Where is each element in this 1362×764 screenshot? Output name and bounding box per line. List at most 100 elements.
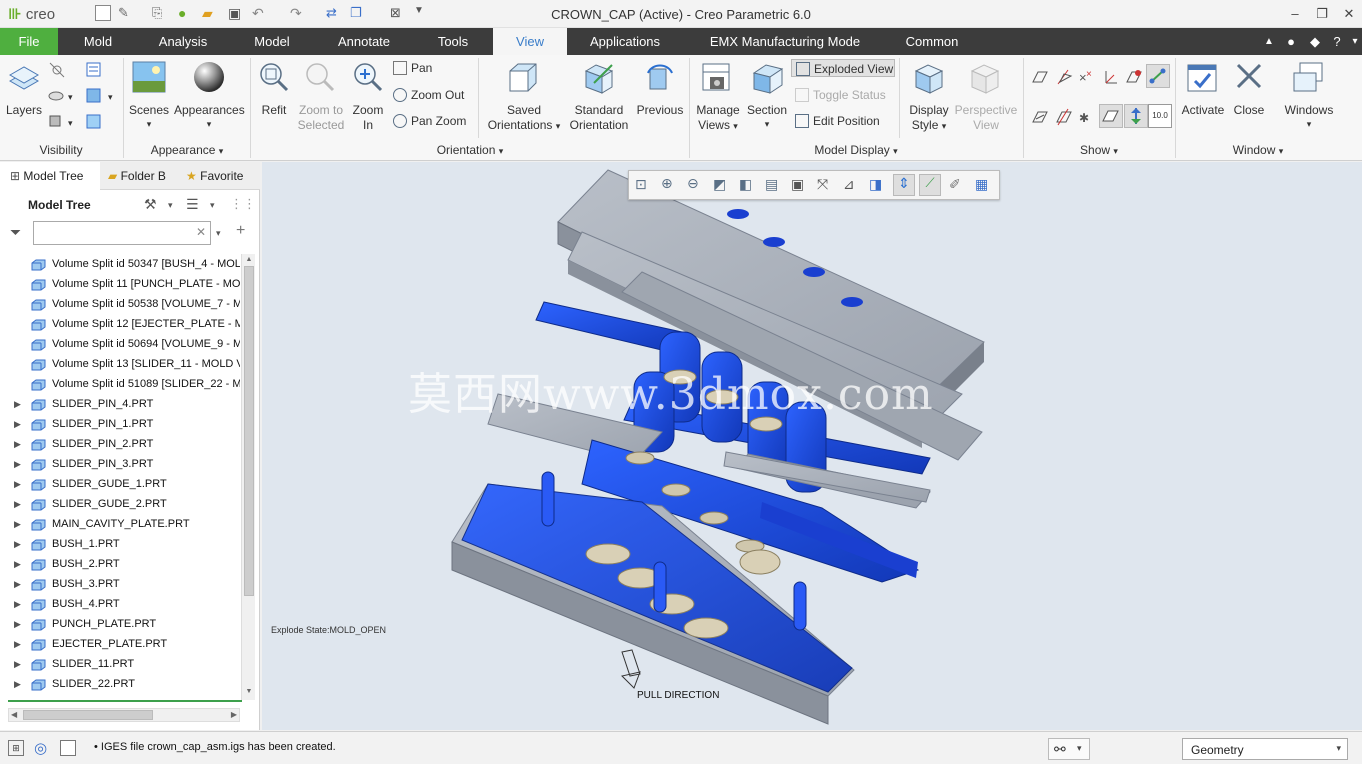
expand-arrow-icon[interactable]: ▶ (14, 514, 21, 534)
tab-favorites[interactable]: ★ Favorite (186, 162, 252, 190)
windows-icon[interactable]: ❐ (350, 5, 366, 21)
scroll-down-icon[interactable]: ▼ (244, 688, 254, 698)
search-chevron-down-icon[interactable]: ▾ (216, 228, 221, 239)
expand-arrow-icon[interactable]: ▶ (14, 414, 21, 434)
tree-item[interactable]: Volume Split id 51089 [SLIDER_22 - MOL (0, 374, 240, 394)
csys-tag-toggle[interactable] (1099, 104, 1123, 128)
repaint-icon[interactable]: ◩ (713, 176, 726, 193)
expand-arrow-icon[interactable]: ▶ (14, 594, 21, 614)
close-window-icon[interactable]: ⊠ (390, 5, 406, 21)
annotation-icon[interactable]: ✐ (949, 176, 961, 193)
user-icon[interactable]: ● (1284, 28, 1298, 55)
pencil-icon[interactable]: ✎ (118, 5, 134, 21)
section-chevron-down-icon[interactable]: ▾ (744, 117, 790, 131)
tab-analysis[interactable]: Analysis (148, 28, 218, 55)
selection-filter-select[interactable]: Geometry ▾ (1182, 738, 1348, 760)
tree-item[interactable]: ▶ BUSH_2.PRT (0, 554, 240, 574)
tab-emx-manufacturing-mode[interactable]: EMX Manufacturing Mode (700, 28, 870, 55)
axis-tag-icon[interactable] (1054, 107, 1074, 127)
zoom-in-button-line2[interactable]: In (346, 118, 390, 132)
display-style-icon[interactable] (912, 61, 946, 95)
windows-icon[interactable] (1292, 61, 1326, 95)
expand-arrow-icon[interactable]: ▶ (14, 614, 21, 634)
edit-position-button[interactable]: Edit Position (795, 112, 880, 130)
tab-file[interactable]: File (0, 28, 58, 55)
zoom-out-button[interactable]: Zoom Out (393, 86, 464, 104)
settings-tools-icon[interactable]: ⚒ (144, 196, 157, 213)
section-icon[interactable] (750, 61, 784, 95)
zoom-out-icon[interactable]: ⊖ (687, 175, 699, 192)
point-tag-icon[interactable]: ✱ (1077, 107, 1097, 127)
expand-arrow-icon[interactable]: ▶ (14, 394, 21, 414)
manage-views-button-line2[interactable]: Views ▾ (692, 118, 744, 133)
pan-button[interactable]: Pan (393, 59, 432, 77)
tree-item[interactable]: ▶ SLIDER_PIN_4.PRT (0, 394, 240, 414)
plane-display-icon[interactable] (1030, 67, 1050, 87)
section-view-icon[interactable]: ⊿ (843, 176, 855, 193)
previous-button[interactable]: Previous (634, 103, 686, 117)
point-display-icon[interactable]: × × (1077, 67, 1097, 87)
display-style-button-line1[interactable]: Display (904, 103, 954, 117)
section-button[interactable]: Section (744, 103, 790, 117)
collapse-ribbon-icon[interactable]: ▲ (1262, 28, 1276, 55)
saved-orientations-icon[interactable]: ▤ (765, 176, 778, 193)
open-folder-icon[interactable]: ▰ (202, 5, 218, 21)
tab-annotate[interactable]: Annotate (326, 28, 402, 55)
tab-mold[interactable]: Mold (70, 28, 126, 55)
layer-states-icon[interactable]: ▾ (84, 87, 118, 105)
tree-item[interactable]: Volume Split id 50347 [BUSH_4 - MOLD (0, 254, 240, 274)
appearances-button[interactable]: Appearances (174, 103, 245, 117)
learning-icon[interactable]: ◆ (1306, 28, 1324, 55)
new-file-icon[interactable] (95, 5, 111, 21)
appearances-icon[interactable] (193, 61, 225, 93)
appearance-icon[interactable]: ▦ (975, 176, 988, 193)
plane-tag-icon[interactable] (1030, 107, 1050, 127)
standard-orientation-icon[interactable] (582, 61, 616, 95)
tree-item[interactable]: ▶ BUSH_1.PRT (0, 534, 240, 554)
regenerate-icon[interactable]: ⎘ (152, 5, 168, 21)
window-group-chevron-down-icon[interactable]: ▾ (1279, 146, 1284, 156)
saved-orientations-button-line2[interactable]: Orientations ▾ (484, 118, 564, 133)
regenerate-model-icon[interactable]: ⇄ (326, 5, 342, 21)
tree-item[interactable]: Volume Split id 50694 [VOLUME_9 - MO (0, 334, 240, 354)
activate-button[interactable]: Activate (1178, 103, 1228, 117)
expand-arrow-icon[interactable]: ▶ (14, 454, 21, 474)
hide-icon[interactable] (48, 61, 66, 79)
scenes-button[interactable]: Scenes (126, 103, 172, 117)
layers-icon[interactable] (6, 63, 42, 95)
tree-item[interactable]: ▶ SLIDER_22.PRT (0, 674, 240, 694)
tree-vertical-scrollbar[interactable]: ▲ ▼ (241, 254, 255, 700)
more-icon[interactable]: ▾ (1350, 28, 1360, 55)
reorient-icon[interactable]: ◧ (739, 176, 752, 193)
customize-qat-chevron-down-icon[interactable]: ▼ (414, 5, 430, 21)
tree-item[interactable]: ▶ SLIDER_PIN_3.PRT (0, 454, 240, 474)
appearance-group-chevron-down-icon[interactable]: ▾ (219, 146, 224, 156)
annotation-display-toggle[interactable] (1146, 64, 1170, 88)
scroll-up-icon[interactable]: ▲ (244, 256, 254, 266)
tree-item[interactable]: Volume Split 12 [EJECTER_PLATE - MOLI (0, 314, 240, 334)
fullscreen-icon[interactable] (60, 740, 76, 756)
expand-arrow-icon[interactable]: ▶ (14, 634, 21, 654)
model-display-group-chevron-down-icon[interactable]: ▾ (893, 146, 898, 156)
tab-model[interactable]: Model (242, 28, 302, 55)
saved-orientations-button-line1[interactable]: Saved (484, 103, 564, 117)
expand-arrow-icon[interactable]: ▶ (14, 674, 21, 694)
layers-button[interactable]: Layers (2, 103, 46, 117)
display-style-icon[interactable]: ◨ (869, 176, 882, 193)
tree-item[interactable]: ▶ MAIN_CAVITY_PLATE.PRT (0, 514, 240, 534)
tab-tools[interactable]: Tools (424, 28, 482, 55)
save-icon[interactable]: ▣ (228, 5, 244, 21)
restore-button[interactable]: ❐ (1311, 4, 1333, 24)
scenes-icon[interactable] (132, 61, 166, 93)
expand-arrow-icon[interactable]: ▶ (14, 554, 21, 574)
settings-chevron-down-icon[interactable]: ▾ (168, 200, 173, 211)
expand-arrow-icon[interactable]: ▶ (14, 434, 21, 454)
windows-button[interactable]: Windows (1278, 103, 1340, 117)
manage-views-button-line1[interactable]: Manage (692, 103, 744, 117)
exploded-view-button[interactable]: Exploded View (791, 59, 895, 77)
refit-button[interactable]: Refit (252, 103, 296, 117)
find-button[interactable]: ⚯ ▾ (1048, 738, 1090, 760)
tab-applications[interactable]: Applications (580, 28, 670, 55)
tree-item[interactable]: ▶ SLIDER_GUDE_1.PRT (0, 474, 240, 494)
show-list-icon[interactable]: ☰ (186, 196, 199, 213)
